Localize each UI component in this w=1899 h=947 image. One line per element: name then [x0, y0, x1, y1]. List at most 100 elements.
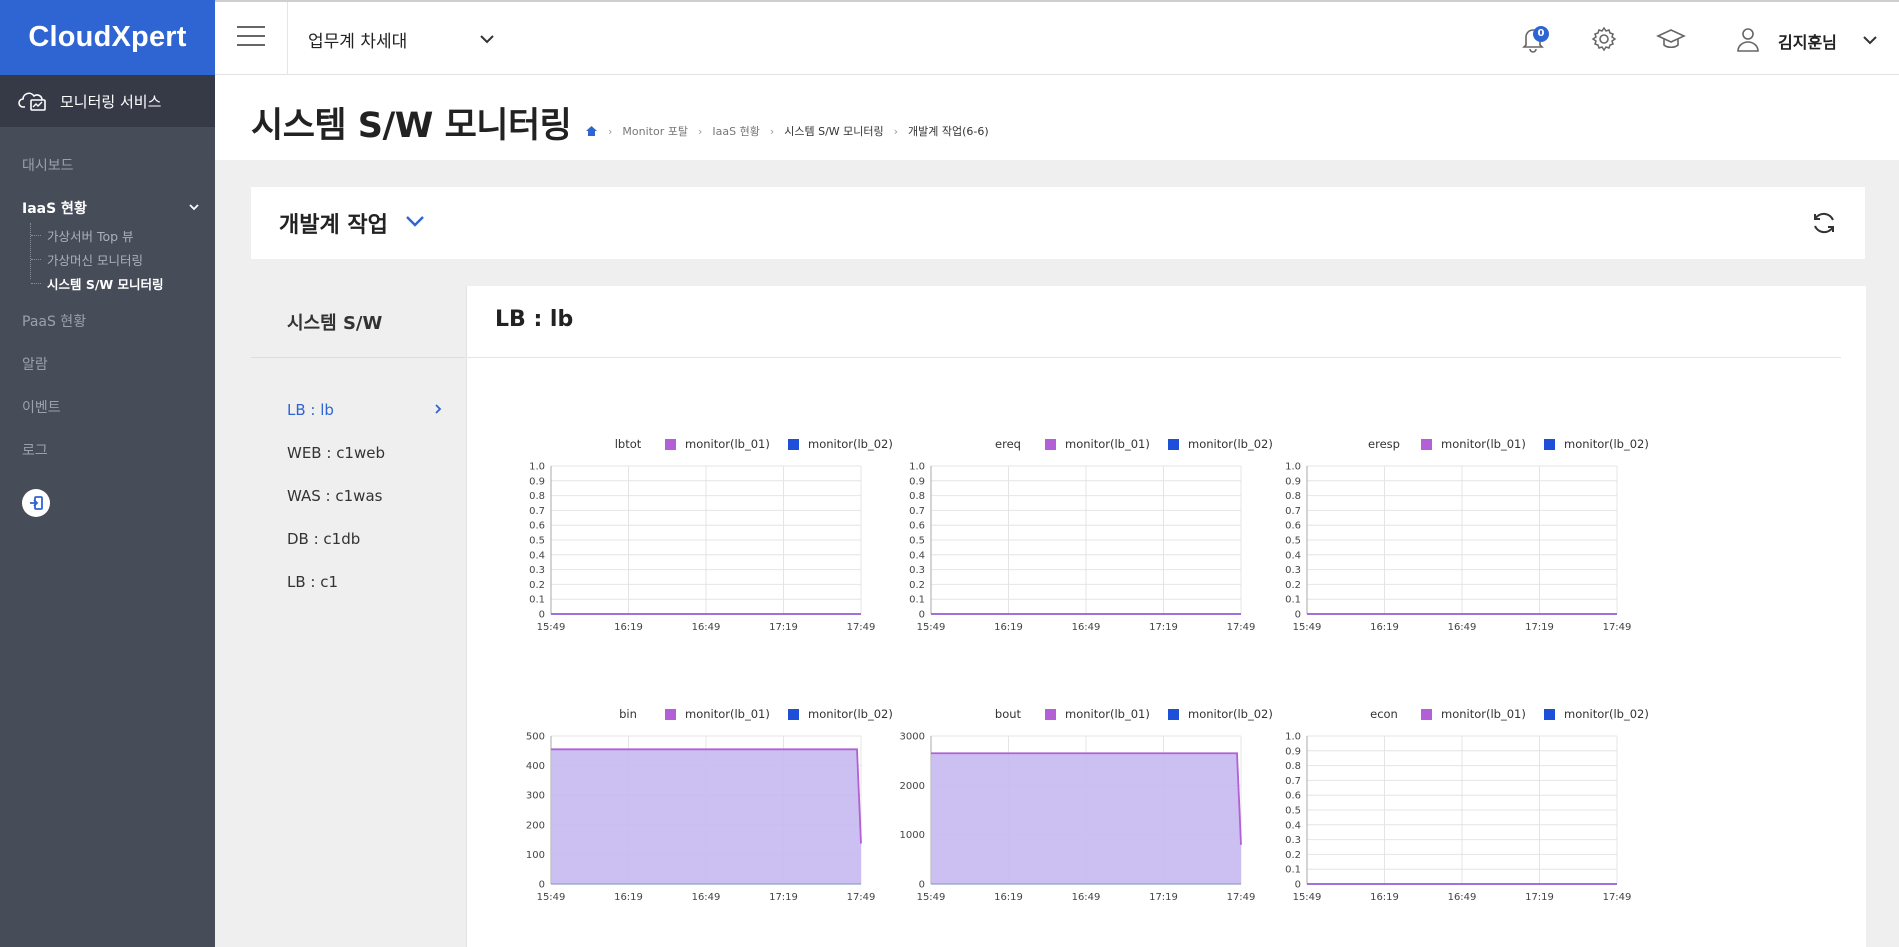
group-title[interactable]: 개발계 작업 [279, 207, 388, 239]
chart-title: bout [995, 707, 1022, 721]
y-tick-label: 0.6 [1285, 791, 1301, 802]
chart-title: econ [1370, 707, 1398, 721]
sidebar-nav: 대시보드 IaaS 현황 가상서버 Top 뷰 가상머신 모니터링 시스템 S/… [0, 127, 215, 517]
list-item[interactable]: WAS : c1was [287, 474, 447, 517]
legend-swatch [665, 439, 676, 450]
legend-label[interactable]: monitor(lb_02) [1188, 707, 1273, 721]
breadcrumb-item[interactable]: Monitor 포탈 [622, 123, 688, 139]
cloudxpert-logo[interactable]: CloudXpert [0, 0, 215, 75]
y-tick-label: 0.3 [529, 565, 545, 576]
logout-button[interactable] [22, 489, 50, 517]
breadcrumb-item[interactable]: 시스템 S/W 모니터링 [784, 123, 883, 139]
y-tick-label: 0.1 [1285, 865, 1301, 876]
user-name[interactable]: 김지훈님 [1778, 29, 1837, 53]
legend-label[interactable]: monitor(lb_02) [1564, 707, 1649, 721]
y-tick-label: 1.0 [1285, 462, 1301, 473]
y-tick-label: 1000 [900, 830, 925, 841]
legend-label[interactable]: monitor(lb_02) [1188, 437, 1273, 451]
y-tick-label: 1.0 [1285, 732, 1301, 743]
chart-grid: 0 0.1 0.2 0.3 0.4 0.5 0.6 0.7 0.8 0.9 1.0 15:49 16:1… [1285, 732, 1631, 904]
legend-label[interactable]: monitor(lb_01) [1441, 437, 1526, 451]
sidebar-subitem-system-sw[interactable]: 시스템 S/W 모니터링 [31, 271, 215, 295]
x-tick-label: 17:49 [1227, 892, 1256, 903]
list-item[interactable]: LB : c1 [287, 560, 447, 603]
x-tick-label: 16:49 [1072, 892, 1101, 903]
chart-svg: eresp monitor(lb_01) monitor(lb_02) 0 0.1 0.2… [1285, 437, 1649, 634]
chart-title: bin [619, 707, 637, 721]
breadcrumb-item[interactable]: IaaS 현황 [712, 123, 759, 139]
monitoring-service-header[interactable]: 모니터링 서비스 [0, 75, 215, 127]
y-tick-label: 0.9 [529, 476, 545, 487]
list-item[interactable]: LB : lb [287, 388, 447, 431]
legend-label[interactable]: monitor(lb_01) [685, 707, 770, 721]
y-tick-label: 0.5 [529, 536, 545, 547]
chart-bout: bout monitor(lb_01) monitor(lb_02) 0 1000 200… [886, 681, 1273, 931]
panel-title: 시스템 S/W [287, 313, 383, 334]
y-tick-label: 0.6 [1285, 521, 1301, 532]
x-tick-label: 17:19 [1149, 892, 1178, 903]
sidebar-item-dashboard[interactable]: 대시보드 [0, 143, 215, 186]
user-icon[interactable] [1733, 24, 1763, 54]
notification-badge: 0 [1533, 26, 1549, 42]
chart-title: eresp [1368, 437, 1400, 451]
y-tick-label: 0 [1295, 880, 1301, 891]
legend-label[interactable]: monitor(lb_01) [1065, 437, 1150, 451]
menu-icon[interactable] [237, 26, 265, 48]
y-tick-label: 0.4 [529, 550, 545, 561]
chart-svg: lbtot monitor(lb_01) monitor(lb_02) 0 0.1 0.2… [529, 437, 893, 633]
y-tick-label: 0.2 [529, 580, 545, 591]
y-tick-label: 0.2 [1285, 580, 1301, 591]
page-header: 시스템 S/W 모니터링 › Monitor 포탈 › IaaS 현황 › 시스… [215, 75, 1899, 160]
legend-label[interactable]: monitor(lb_02) [1564, 437, 1649, 451]
system-sw-list-panel: 시스템 S/W LB : lb WEB : c1web WAS : c1was … [251, 286, 465, 947]
sidebar-item-event[interactable]: 이벤트 [0, 385, 215, 428]
sidebar-subitem-vm-monitoring[interactable]: 가상머신 모니터링 [31, 247, 215, 271]
x-tick-label: 17:49 [1603, 622, 1632, 633]
y-tick-label: 400 [526, 761, 545, 772]
chart-grid: 0 0.1 0.2 0.3 0.4 0.5 0.6 0.7 0.8 0.9 1.0 15:49 16:1… [1285, 462, 1631, 634]
series-area-monitor-lb-01 [551, 749, 861, 884]
y-tick-label: 2000 [900, 781, 925, 792]
gear-icon[interactable] [1589, 24, 1619, 54]
sidebar-subitem-vserver-top[interactable]: 가상서버 Top 뷰 [31, 223, 215, 247]
chart-bin: bin monitor(lb_01) monitor(lb_02) 0 100 200 30… [506, 681, 893, 931]
breadcrumb-separator: › [608, 124, 613, 138]
legend-label[interactable]: monitor(lb_01) [1065, 707, 1150, 721]
graduation-cap-icon[interactable] [1656, 24, 1686, 54]
x-tick-label: 16:49 [1072, 622, 1101, 633]
chart-legend: lbtot monitor(lb_01) monitor(lb_02) [615, 437, 893, 451]
legend-label[interactable]: monitor(lb_02) [808, 437, 893, 451]
x-tick-label: 17:49 [847, 622, 876, 633]
y-tick-label: 1.0 [909, 462, 925, 473]
breadcrumb-separator: › [697, 124, 703, 138]
service-label: 모니터링 서비스 [60, 92, 162, 111]
chevron-down-icon[interactable] [404, 213, 426, 229]
sidebar-item-paas[interactable]: PaaS 현황 [0, 299, 215, 342]
y-tick-label: 0 [1295, 610, 1301, 621]
group-selector-card: 개발계 작업 [251, 187, 1865, 259]
legend-swatch [1544, 709, 1555, 720]
chevron-down-icon[interactable] [478, 32, 496, 46]
workspace-selector[interactable]: 업무계 차세대 [308, 27, 407, 52]
x-tick-label: 15:49 [1293, 622, 1322, 633]
legend-label[interactable]: monitor(lb_01) [685, 437, 770, 451]
list-item[interactable]: WEB : c1web [287, 431, 447, 474]
refresh-icon[interactable] [1809, 208, 1839, 238]
breadcrumb-separator: › [893, 124, 899, 138]
home-icon[interactable] [585, 125, 598, 137]
system-sw-list: LB : lb WEB : c1web WAS : c1was DB : c1d… [287, 388, 447, 603]
legend-label[interactable]: monitor(lb_02) [808, 707, 893, 721]
legend-label[interactable]: monitor(lb_01) [1441, 707, 1526, 721]
y-tick-label: 0.8 [1285, 761, 1301, 772]
chevron-down-icon[interactable] [1861, 33, 1879, 47]
chart-svg: econ monitor(lb_01) monitor(lb_02)00.10.20… [1285, 707, 1649, 904]
logout-icon [30, 496, 43, 510]
sidebar-item-log[interactable]: 로그 [0, 428, 215, 471]
list-item[interactable]: DB : c1db [287, 517, 447, 560]
x-tick-label: 16:19 [1370, 622, 1399, 633]
y-tick-label: 0.4 [1285, 550, 1301, 561]
x-tick-label: 17:19 [1525, 892, 1554, 903]
breadcrumb: › Monitor 포탈 › IaaS 현황 › 시스템 S/W 모니터링 › … [585, 123, 989, 139]
sidebar: CloudXpert 모니터링 서비스 대시보드 IaaS 현황 가상서버 To… [0, 0, 215, 947]
sidebar-item-alarm[interactable]: 알람 [0, 342, 215, 385]
